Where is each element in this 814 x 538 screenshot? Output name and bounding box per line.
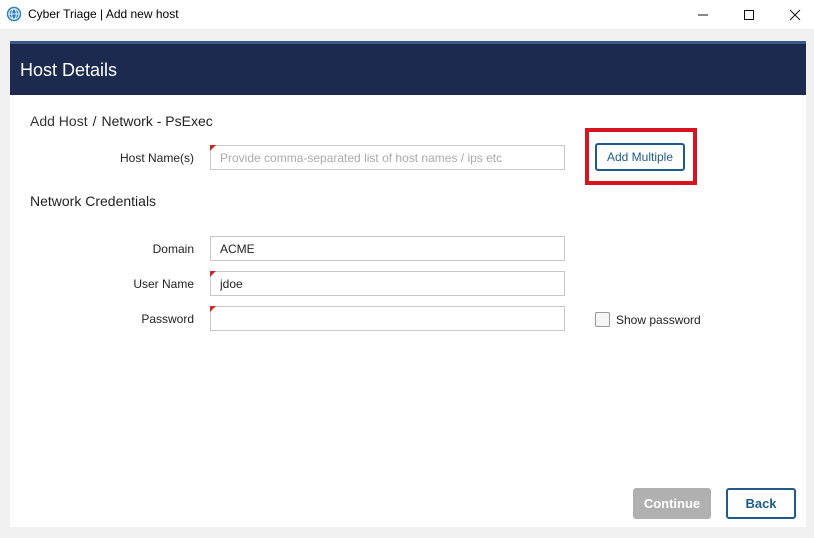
close-button[interactable] [772,0,814,29]
show-password-label[interactable]: Show password [616,313,701,327]
host-details-panel: Host Details Add Host / Network - PsExec H… [10,41,806,527]
breadcrumb: Add Host / Network - PsExec [30,113,213,129]
required-marker [210,271,216,277]
close-icon [789,9,801,20]
domain-label: Domain [152,242,194,256]
password-input[interactable] [210,306,565,331]
username-input[interactable] [210,271,565,296]
continue-button[interactable]: Continue [633,488,711,519]
window-body: Host Details Add Host / Network - PsExec H… [0,29,814,538]
breadcrumb-separator: / [92,113,97,129]
show-password-checkbox[interactable] [595,312,610,327]
host-names-input[interactable] [210,145,565,170]
page-title: Host Details [20,60,118,80]
domain-input[interactable] [210,236,565,261]
minimize-button[interactable] [680,0,726,29]
back-button[interactable]: Back [726,488,796,519]
breadcrumb-current: Network - PsExec [101,113,213,129]
password-label: Password [141,312,194,326]
minimize-icon [698,14,708,15]
breadcrumb-parent: Add Host [30,113,88,129]
host-names-label: Host Name(s) [119,151,194,165]
maximize-button[interactable] [726,0,772,29]
credentials-section-title: Network Credentials [30,193,157,209]
maximize-icon [744,9,754,20]
add-multiple-button[interactable]: Add Multiple [595,143,685,171]
app-globe-icon [6,6,22,22]
window-title: Cyber Triage | Add new host [28,7,179,21]
required-marker [210,145,216,151]
window-titlebar: Cyber Triage | Add new host [0,0,814,29]
username-label: User Name [133,277,194,291]
required-marker [210,306,216,312]
header-bar: Host Details [10,41,806,95]
